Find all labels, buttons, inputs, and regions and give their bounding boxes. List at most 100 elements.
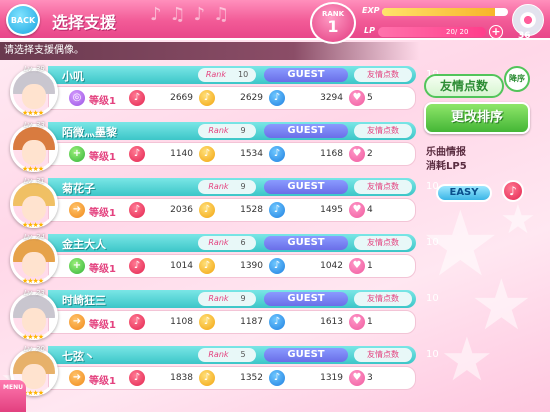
friend-points-label: 友情点数 <box>354 236 412 250</box>
music-note-icon: ♪ <box>129 370 145 386</box>
yellow-note-icon: ♪ <box>199 90 215 106</box>
friend-points-value: 10 <box>426 293 439 304</box>
exp-bar-fill <box>382 8 496 16</box>
music-note-icon: ♪ <box>502 180 524 202</box>
blue-note-icon: ♪ <box>269 314 285 330</box>
rank-pill-label: Rank <box>208 294 229 303</box>
rank-pill-label: Rank <box>208 350 229 359</box>
rarity-stars: ★★★★ <box>22 333 44 341</box>
list-item[interactable]: 金主大人 Rank 6 GUEST 友情点数 10 + 等级1 ♪ 1014 ♪ … <box>0 232 439 285</box>
list-item[interactable]: 时崎狂三 Rank 9 GUEST 友情点数 10 ➜ 等级1 ♪ 1108 ♪ … <box>0 288 439 341</box>
level-label: 等级1 <box>89 320 116 331</box>
cool-value: 1042 <box>320 261 343 271</box>
yellow-note-icon: ♪ <box>199 202 215 218</box>
lp-plus-button[interactable]: + <box>489 25 503 39</box>
descending-order-toggle[interactable]: 降序 <box>504 66 530 92</box>
rank-pill: Rank 9 <box>198 124 256 138</box>
level-label: 等级1 <box>89 152 116 163</box>
list-item[interactable]: 陌微灬墨黎 Rank9 GUEST 友情点数 10 + 等级1 ♪ 1140 ♪… <box>0 120 439 173</box>
music-note-decoration: ♪♫♪♫ <box>150 4 238 25</box>
cool-value: 1613 <box>320 317 343 327</box>
yellow-note-icon: ♪ <box>199 258 215 274</box>
purple-circle-icon: ◎ <box>69 90 85 106</box>
avatar-face <box>22 363 46 389</box>
skill-level: 1 <box>367 317 373 327</box>
cool-value: 1495 <box>320 205 343 215</box>
song-info-title: 乐曲情报 <box>426 147 466 158</box>
cool-value: 1168 <box>320 149 343 159</box>
skill-level: 2 <box>367 149 373 159</box>
difficulty-badge: EASY <box>436 184 492 202</box>
level-label: 等级1 <box>89 376 116 387</box>
smile-value: 1014 <box>170 261 193 271</box>
guest-badge: GUEST <box>264 124 348 138</box>
disc-count: 36 <box>518 31 531 41</box>
friend-points-sort-button[interactable]: 友情点数 <box>424 74 504 98</box>
blue-note-icon: ♪ <box>269 258 285 274</box>
blue-note-icon: ♪ <box>269 146 285 162</box>
player-name: 金主大人 <box>62 238 106 251</box>
heart-icon: ♥ <box>349 370 365 386</box>
back-button[interactable]: BACK <box>6 4 40 36</box>
avatar-face <box>22 307 46 333</box>
pure-value: 1390 <box>240 261 263 271</box>
level-badge: Lv. 33 <box>24 121 45 129</box>
list-item[interactable]: 菊花子 Rank 9 GUEST 友情点数 10 ➜ 等级1 ♪ 2036 ♪ 1… <box>0 176 439 229</box>
level-badge: Lv. 20 <box>24 345 45 353</box>
lp-bar-fill <box>378 27 486 37</box>
blue-note-icon: ♪ <box>269 90 285 106</box>
rank-value: 1 <box>327 17 339 36</box>
heart-icon: ♥ <box>349 202 365 218</box>
list-item[interactable]: 小叽 Rank 10 GUEST 友情点数 10 ◎ 等级1 ♪ 2669 ♪ 2… <box>0 64 439 117</box>
song-info: 乐曲情报 消耗LP5 <box>426 146 534 174</box>
smile-value: 1838 <box>170 373 193 383</box>
rank-pill-value: 9 <box>240 126 246 135</box>
friend-points-label: 友情点数 <box>354 68 412 82</box>
lp-value: 20/ 20 <box>446 28 469 36</box>
heart-icon: ♥ <box>349 146 365 162</box>
pure-value: 1528 <box>240 205 263 215</box>
rank-pill-value: 9 <box>240 294 246 303</box>
star-decoration: ★ <box>440 325 494 395</box>
level-badge: Lv. 23 <box>24 289 45 297</box>
friend-points-label: 友情点数 <box>354 348 412 362</box>
rank-pill-label: Rank <box>205 70 226 79</box>
heart-icon: ♥ <box>349 314 365 330</box>
stat-strip: ➜ 等级1 ♪ 1108 ♪ 1187 ♪ 1613 ♥ 1 <box>48 310 416 334</box>
blue-note-icon: ♪ <box>269 202 285 218</box>
list-item[interactable]: 七弦丶 Rank 5 GUEST 友情点数 10 ➜ 等级1 ♪ 1838 ♪ 1… <box>0 344 439 397</box>
rank-pill: Rank 10 <box>198 68 256 82</box>
music-note-icon: ♪ <box>129 202 145 218</box>
menu-button[interactable]: MENU <box>0 380 26 412</box>
friend-points-label: 友情点数 <box>354 124 412 138</box>
rank-pill-value: 9 <box>240 182 246 191</box>
stat-strip: ➜ 等级1 ♪ 2036 ♪ 1528 ♪ 1495 ♥ 4 <box>48 198 416 222</box>
name-strip: 菊花子 Rank 9 GUEST 友情点数 10 <box>48 178 439 196</box>
green-plus-icon: + <box>69 258 85 274</box>
level-label: 等级1 <box>89 208 116 219</box>
blue-note-icon: ♪ <box>269 370 285 386</box>
player-name: 时崎狂三 <box>62 294 106 307</box>
friend-points-label: 友情点数 <box>354 292 412 306</box>
friend-points-value: 10 <box>426 349 439 360</box>
rank-pill: Rank 9 <box>198 292 256 306</box>
level-badge: Lv. 24 <box>24 233 45 241</box>
star-decoration: ★ <box>500 197 536 243</box>
heart-icon: ♥ <box>349 90 365 106</box>
yellow-note-icon: ♪ <box>199 314 215 330</box>
stat-strip: ➜ 等级1 ♪ 1838 ♪ 1352 ♪ 1319 ♥ 3 <box>48 366 416 390</box>
name-strip: 小叽 Rank 10 GUEST 友情点数 10 <box>48 66 439 84</box>
rank-pill-value: 5 <box>240 350 246 359</box>
change-sort-button[interactable]: 更改排序 <box>424 102 530 134</box>
heart-icon: ♥ <box>349 258 365 274</box>
skill-level: 5 <box>367 93 373 103</box>
friend-points-label: 友情点数 <box>354 180 412 194</box>
pure-value: 1187 <box>240 317 263 327</box>
instruction-bar: 请选择支援偶像。 <box>0 42 420 60</box>
yellow-note-icon: ♪ <box>199 370 215 386</box>
player-name: 陌微灬墨黎 <box>62 126 117 139</box>
level-label: 等级1 <box>89 96 116 107</box>
name-strip: 金主大人 Rank 6 GUEST 友情点数 10 <box>48 234 439 252</box>
rank-pill-label: Rank <box>208 182 229 191</box>
skill-level: 1 <box>367 261 373 271</box>
